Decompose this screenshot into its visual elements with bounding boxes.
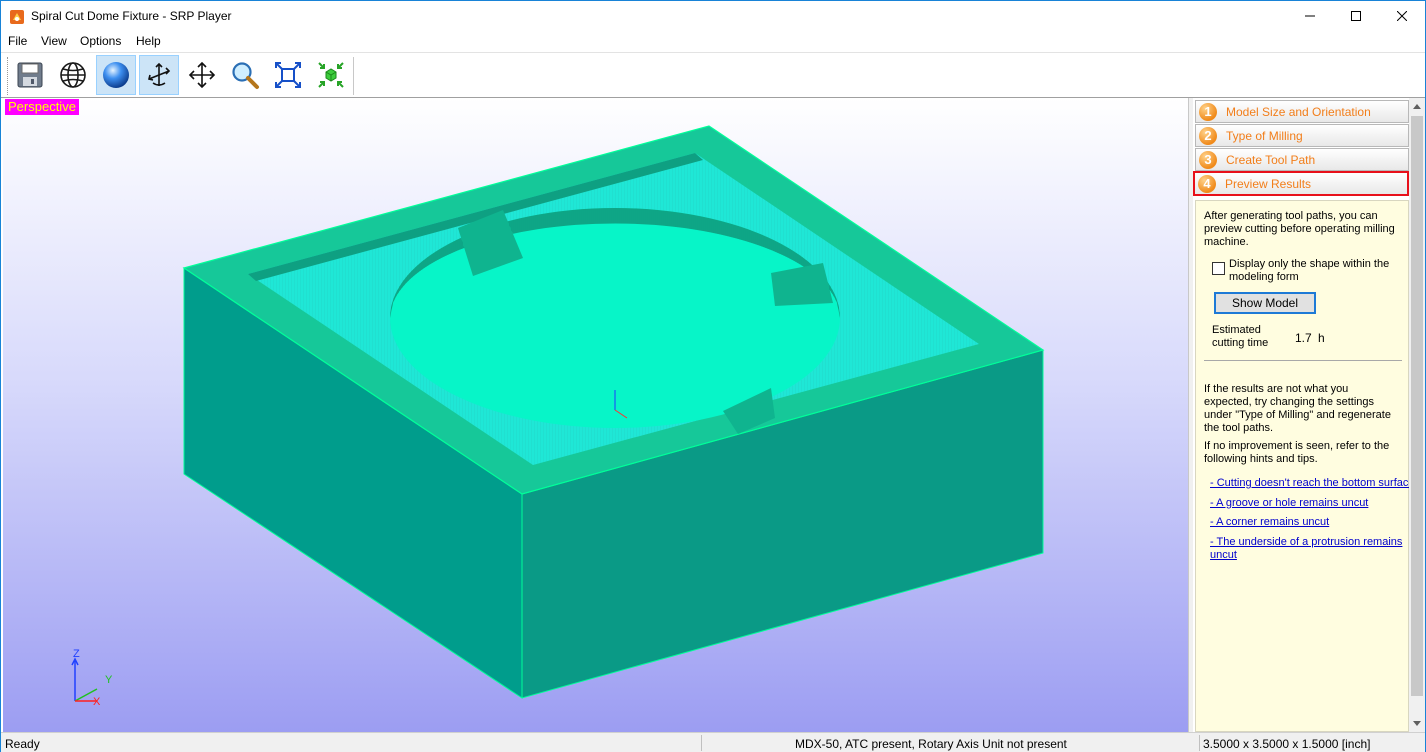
step-label: Preview Results bbox=[1225, 176, 1312, 191]
step-create-tool-path[interactable]: 3 Create Tool Path bbox=[1195, 148, 1409, 171]
wizard-panel: 1 Model Size and Orientation 2 Type of M… bbox=[1193, 98, 1415, 732]
fit-view-icon bbox=[275, 62, 301, 88]
globe-icon bbox=[60, 62, 86, 88]
pan-button[interactable] bbox=[182, 55, 222, 95]
status-divider bbox=[701, 735, 702, 751]
step-type-of-milling[interactable]: 2 Type of Milling bbox=[1195, 124, 1409, 147]
hint-link-bottom-surface[interactable]: - Cutting doesn't reach the bottom surfa… bbox=[1210, 477, 1415, 490]
estimated-time-value: 1.7 bbox=[1295, 331, 1312, 345]
axis-x-label: X bbox=[93, 696, 101, 708]
step-model-size[interactable]: 1 Model Size and Orientation bbox=[1195, 100, 1409, 123]
step-label: Model Size and Orientation bbox=[1226, 104, 1371, 119]
app-logo-icon bbox=[10, 10, 24, 24]
step-number-badge: 4 bbox=[1198, 174, 1216, 193]
rotate-icon bbox=[148, 62, 171, 86]
improvement-text: If no improvement is seen, refer to the … bbox=[1204, 440, 1390, 465]
zoom-button[interactable] bbox=[225, 55, 265, 95]
axis-y-label: Y bbox=[105, 674, 113, 686]
globe-button[interactable] bbox=[53, 55, 93, 95]
title-bar[interactable]: Spiral Cut Dome Fixture - SRP Player bbox=[1, 1, 1425, 32]
status-dimensions: 3.5000 x 3.5000 x 1.5000 [inch] bbox=[1203, 737, 1371, 751]
3d-viewport[interactable]: Perspective Z Y X bbox=[3, 98, 1188, 732]
scroll-up-arrow-icon[interactable] bbox=[1409, 98, 1425, 114]
step-number-badge: 1 bbox=[1199, 102, 1217, 121]
step-number-badge: 3 bbox=[1199, 150, 1217, 169]
view-mode-label: Perspective bbox=[5, 99, 79, 115]
divider bbox=[1204, 360, 1402, 361]
menu-view[interactable]: View bbox=[41, 34, 67, 48]
intro-text: After generating tool paths, you can pre… bbox=[1204, 210, 1395, 248]
fit-model-button[interactable] bbox=[311, 55, 351, 95]
status-bar: Ready MDX-50, ATC present, Rotary Axis U… bbox=[1, 732, 1425, 752]
status-machine: MDX-50, ATC present, Rotary Axis Unit no… bbox=[795, 737, 1067, 751]
toolbar-separator bbox=[353, 57, 354, 95]
maximize-button[interactable] bbox=[1333, 1, 1379, 31]
shading-button[interactable] bbox=[96, 55, 136, 95]
menu-options[interactable]: Options bbox=[80, 34, 121, 48]
menu-file[interactable]: File bbox=[8, 34, 27, 48]
menu-help[interactable]: Help bbox=[136, 34, 161, 48]
pan-icon bbox=[188, 61, 216, 89]
step-number-badge: 2 bbox=[1199, 126, 1217, 145]
axis-z-label: Z bbox=[73, 648, 80, 660]
status-ready: Ready bbox=[5, 737, 40, 751]
preview-results-body: After generating tool paths, you can pre… bbox=[1195, 200, 1415, 732]
hint-link-corner[interactable]: - A corner remains uncut bbox=[1210, 516, 1329, 529]
fit-view-button[interactable] bbox=[268, 55, 308, 95]
hint-link-groove[interactable]: - A groove or hole remains uncut bbox=[1210, 497, 1368, 510]
minimize-icon bbox=[1305, 15, 1315, 17]
display-shape-checkbox[interactable] bbox=[1212, 262, 1225, 275]
minimize-button[interactable] bbox=[1287, 1, 1333, 31]
rotate-button[interactable] bbox=[139, 55, 179, 95]
hint-link-protrusion[interactable]: - The underside of a protrusion remains … bbox=[1210, 536, 1402, 562]
status-divider bbox=[1199, 735, 1200, 751]
show-model-button[interactable]: Show Model bbox=[1214, 292, 1316, 314]
axis-triad: Z Y X bbox=[71, 648, 113, 708]
window-title: Spiral Cut Dome Fixture - SRP Player bbox=[31, 9, 232, 23]
estimated-time-unit: h bbox=[1318, 331, 1325, 345]
scroll-down-arrow-icon[interactable] bbox=[1409, 715, 1425, 731]
close-icon bbox=[1397, 11, 1407, 21]
sphere-shading-icon bbox=[103, 62, 129, 88]
results-text: If the results are not what you expected… bbox=[1204, 383, 1391, 434]
estimated-time-label: Estimated cutting time bbox=[1212, 324, 1269, 349]
checkbox-label: Display only the shape within the modeli… bbox=[1229, 258, 1390, 283]
step-label: Type of Milling bbox=[1226, 128, 1303, 143]
step-label: Create Tool Path bbox=[1226, 152, 1316, 167]
scrollbar-thumb[interactable] bbox=[1411, 116, 1423, 696]
close-button[interactable] bbox=[1379, 1, 1425, 31]
menu-bar: File View Options Help bbox=[1, 32, 1425, 52]
zoom-icon bbox=[232, 62, 259, 89]
panel-scrollbar[interactable] bbox=[1409, 98, 1425, 732]
maximize-icon bbox=[1351, 11, 1361, 21]
save-button[interactable] bbox=[10, 55, 50, 95]
toolbar bbox=[1, 52, 1425, 98]
step-preview-results[interactable]: 4 Preview Results bbox=[1193, 171, 1409, 196]
save-icon bbox=[17, 62, 43, 88]
fit-model-icon bbox=[318, 62, 344, 88]
fixture-model[interactable] bbox=[3, 98, 1188, 732]
app-window: Spiral Cut Dome Fixture - SRP Player Fil… bbox=[0, 0, 1426, 752]
